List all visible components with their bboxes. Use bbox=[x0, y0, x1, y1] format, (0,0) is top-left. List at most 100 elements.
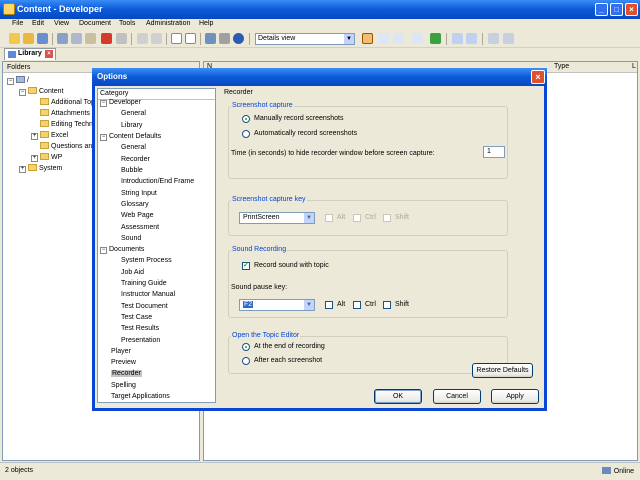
expand-icon[interactable]: + bbox=[31, 133, 38, 140]
close-tab-icon[interactable]: × bbox=[45, 50, 53, 58]
copy-icon[interactable] bbox=[71, 33, 82, 44]
pause-shift-checkbox[interactable] bbox=[383, 301, 391, 309]
menu-view[interactable]: View bbox=[54, 20, 69, 27]
cancel-button[interactable]: Cancel bbox=[433, 389, 481, 404]
users-icon[interactable] bbox=[503, 33, 514, 44]
tree-item-system[interactable]: + System bbox=[19, 164, 62, 173]
category-content-defaults[interactable]: − Content Defaults bbox=[100, 133, 161, 141]
collapse-icon[interactable]: − bbox=[100, 134, 107, 141]
hide-time-input[interactable]: 1 bbox=[483, 146, 505, 158]
end-of-recording-radio[interactable] bbox=[242, 343, 250, 351]
maximize-icon[interactable]: □ bbox=[610, 3, 623, 16]
expand-icon[interactable]: + bbox=[31, 155, 38, 162]
end-of-recording-label[interactable]: At the end of recording bbox=[254, 343, 325, 350]
expand-icon[interactable] bbox=[171, 33, 182, 44]
automatic-label[interactable]: Automatically record screenshots bbox=[254, 130, 357, 137]
sound-pause-select[interactable]: F2 ▼ bbox=[239, 299, 315, 311]
menu-document[interactable]: Document bbox=[79, 20, 111, 27]
close-icon[interactable]: × bbox=[625, 3, 638, 16]
column-last[interactable]: L bbox=[632, 63, 636, 70]
automatic-radio[interactable] bbox=[242, 130, 250, 138]
manual-label[interactable]: Manually record screenshots bbox=[254, 115, 344, 122]
delete-icon[interactable] bbox=[101, 33, 112, 44]
menu-administration[interactable]: Administration bbox=[146, 20, 190, 27]
properties-icon[interactable] bbox=[116, 33, 127, 44]
menu-help[interactable]: Help bbox=[199, 20, 213, 27]
tree-item-attachments[interactable]: Attachments bbox=[40, 109, 90, 117]
category-training-guide[interactable]: Training Guide bbox=[121, 280, 167, 287]
tree-item-wp[interactable]: + WP bbox=[31, 153, 62, 162]
view-select[interactable]: Details view ▼ bbox=[255, 33, 355, 45]
publish-icon[interactable] bbox=[488, 33, 499, 44]
tree-item-questions[interactable]: Questions and bbox=[40, 142, 96, 150]
collapse-icon[interactable]: − bbox=[100, 247, 107, 254]
capture-ctrl-checkbox[interactable] bbox=[353, 214, 361, 222]
collapse-icon[interactable]: − bbox=[19, 89, 26, 96]
chevron-down-icon[interactable]: ▼ bbox=[304, 213, 314, 223]
help-icon[interactable] bbox=[233, 33, 244, 44]
capture-key-select[interactable]: PrintScreen ▼ bbox=[239, 212, 315, 224]
category-target-applications[interactable]: Target Applications bbox=[111, 393, 170, 400]
pause-alt-checkbox[interactable] bbox=[325, 301, 333, 309]
collapse-icon[interactable] bbox=[185, 33, 196, 44]
category-library[interactable]: Library bbox=[121, 122, 142, 129]
category-assessment[interactable]: Assessment bbox=[121, 224, 159, 231]
tree-item-root[interactable]: − / bbox=[7, 76, 29, 85]
category-instructor-manual[interactable]: Instructor Manual bbox=[121, 291, 175, 298]
expand-icon[interactable]: + bbox=[19, 166, 26, 173]
tree-item-content[interactable]: − Content bbox=[19, 87, 64, 96]
collapse-icon[interactable]: − bbox=[7, 78, 14, 85]
check-in-icon[interactable] bbox=[452, 33, 463, 44]
manual-radio[interactable] bbox=[242, 115, 250, 123]
check-out-icon[interactable] bbox=[466, 33, 477, 44]
capture-alt-checkbox[interactable] bbox=[325, 214, 333, 222]
menu-tools[interactable]: Tools bbox=[119, 20, 135, 27]
category-intro-end-frame[interactable]: Introduction/End Frame bbox=[121, 178, 194, 185]
category-preview[interactable]: Preview bbox=[111, 359, 136, 366]
redo-icon[interactable] bbox=[151, 33, 162, 44]
tab-library[interactable]: Library × bbox=[4, 48, 56, 60]
restore-defaults-button[interactable]: Restore Defaults bbox=[472, 363, 533, 378]
cut-icon[interactable] bbox=[57, 33, 68, 44]
after-screenshot-radio[interactable] bbox=[242, 357, 250, 365]
refresh-icon[interactable] bbox=[219, 33, 230, 44]
find-icon[interactable] bbox=[205, 33, 216, 44]
category-content-general[interactable]: General bbox=[121, 144, 146, 151]
category-spelling[interactable]: Spelling bbox=[111, 382, 136, 389]
column-type[interactable]: Type bbox=[554, 63, 569, 70]
split-view-icon[interactable] bbox=[393, 33, 404, 44]
sync-icon[interactable] bbox=[430, 33, 441, 44]
apply-button[interactable]: Apply bbox=[491, 389, 539, 404]
category-documents[interactable]: − Documents bbox=[100, 246, 144, 254]
category-presentation[interactable]: Presentation bbox=[121, 337, 160, 344]
paste-icon[interactable] bbox=[85, 33, 96, 44]
chevron-down-icon[interactable]: ▼ bbox=[344, 34, 354, 44]
category-developer[interactable]: − Developer bbox=[100, 99, 141, 107]
category-glossary[interactable]: Glossary bbox=[121, 201, 149, 208]
category-job-aid[interactable]: Job Aid bbox=[121, 269, 144, 276]
category-system-process[interactable]: System Process bbox=[121, 257, 172, 264]
category-recorder[interactable]: Recorder bbox=[111, 370, 142, 377]
collapse-icon[interactable]: − bbox=[100, 100, 107, 107]
record-sound-checkbox[interactable] bbox=[242, 261, 250, 270]
after-screenshot-label[interactable]: After each screenshot bbox=[254, 357, 322, 364]
tree-item-excel[interactable]: + Excel bbox=[31, 131, 68, 140]
undo-icon[interactable] bbox=[137, 33, 148, 44]
category-test-case[interactable]: Test Case bbox=[121, 314, 152, 321]
category-test-document[interactable]: Test Document bbox=[121, 303, 168, 310]
ok-button[interactable]: OK bbox=[374, 389, 422, 404]
tree-item-additional-topics[interactable]: Additional Top bbox=[40, 98, 95, 106]
category-content-recorder[interactable]: Recorder bbox=[121, 156, 150, 163]
record-sound-label[interactable]: Record sound with topic bbox=[254, 262, 329, 269]
capture-shift-checkbox[interactable] bbox=[383, 214, 391, 222]
category-developer-general[interactable]: General bbox=[121, 110, 146, 117]
minimize-icon[interactable]: _ bbox=[595, 3, 608, 16]
menu-edit[interactable]: Edit bbox=[32, 20, 44, 27]
list-view-icon[interactable] bbox=[378, 33, 389, 44]
category-sound[interactable]: Sound bbox=[121, 235, 141, 242]
close-icon[interactable]: × bbox=[531, 70, 545, 84]
category-test-results[interactable]: Test Results bbox=[121, 325, 159, 332]
save-icon[interactable] bbox=[37, 33, 48, 44]
menu-file[interactable]: File bbox=[12, 20, 23, 27]
open-icon[interactable] bbox=[23, 33, 34, 44]
